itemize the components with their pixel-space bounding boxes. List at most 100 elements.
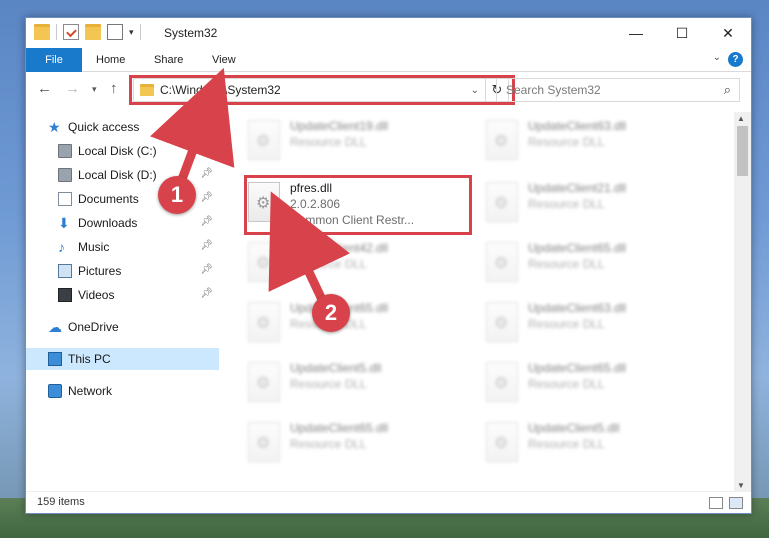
pin-icon[interactable]: 📌︎ [200, 264, 213, 275]
sidebar-item-quick-access[interactable]: ★ Quick access [26, 116, 219, 138]
file-name: UpdateClient21.dll [528, 181, 627, 195]
file-icon [486, 422, 518, 462]
sidebar-item-videos[interactable]: Videos 📌︎ [26, 284, 219, 306]
scroll-up-icon[interactable]: ▲ [737, 114, 745, 123]
file-icon [486, 120, 518, 160]
list-item[interactable]: UpdateClient5.dll Resource DLL [478, 416, 706, 472]
sidebar-item-label: Music [78, 240, 110, 254]
scroll-down-icon[interactable]: ▼ [737, 481, 745, 490]
file-description: Resource DLL [528, 437, 605, 451]
list-item[interactable]: UpdateClient21.dll Resource DLL [478, 176, 706, 232]
file-description: Resource DLL [528, 377, 605, 391]
window-controls: — ☐ ✕ [613, 18, 751, 48]
network-icon [48, 384, 62, 398]
pin-icon[interactable]: 📌︎ [200, 288, 213, 299]
file-name: UpdateClient63.dll [528, 301, 627, 315]
sidebar-item-label: OneDrive [68, 320, 119, 334]
list-item[interactable]: UpdateClient65.dllResource DLL [240, 416, 468, 472]
item-count: 159 items [37, 496, 85, 508]
file-description: Resource DLL [290, 377, 367, 391]
close-button[interactable]: ✕ [705, 18, 751, 48]
navigation-pane: ★ Quick access Local Disk (C:) 📌︎ Local … [26, 112, 219, 492]
file-description: Resource DLL [528, 257, 605, 271]
help-button[interactable]: ? [728, 52, 743, 67]
file-description: Resource DLL [290, 135, 367, 149]
navigation-bar: ← → ▾ ↑ C:\Windows\System32 ⌄ ↻ Search S… [26, 72, 751, 108]
minimize-button[interactable]: — [613, 18, 659, 48]
sidebar-item-label: Documents [78, 192, 139, 206]
search-icon[interactable]: ⌕ [724, 82, 731, 98]
onedrive-icon: ☁ [48, 319, 62, 335]
file-name: UpdateClient5.dll [528, 421, 620, 435]
sidebar-item-label: Local Disk (C:) [78, 144, 157, 158]
pin-icon[interactable]: 📌︎ [200, 192, 213, 203]
file-icon [248, 242, 280, 282]
up-arrow-icon[interactable]: ↑ [110, 80, 118, 97]
chevron-down-icon[interactable]: ⌄ [713, 52, 721, 63]
pin-icon[interactable]: 📌︎ [200, 240, 213, 251]
file-description: Resource DLL [528, 135, 605, 149]
sidebar-item-label: Downloads [78, 216, 138, 230]
pin-icon[interactable]: 📌︎ [200, 216, 213, 227]
sidebar-item-network[interactable]: Network [26, 380, 219, 402]
list-item[interactable]: UpdateClient5.dll Resource DLL [240, 356, 468, 412]
file-description: Resource DLL [290, 257, 367, 271]
recent-locations-icon[interactable]: ▾ [92, 84, 97, 95]
list-item[interactable]: UpdateClient63.dll Resource DLL [478, 296, 706, 352]
list-item[interactable]: UpdateClient42.dll Resource DLL [240, 236, 468, 292]
file-name: UpdateClient5.dll [290, 361, 382, 375]
large-icons-view-icon[interactable] [729, 497, 743, 509]
tab-file[interactable]: File [26, 48, 82, 72]
file-icon [486, 362, 518, 402]
sidebar-item-label: Local Disk (D:) [78, 168, 157, 182]
forward-arrow-icon[interactable]: → [65, 80, 80, 97]
chevron-down-icon[interactable]: ▾ [129, 27, 134, 38]
callout-badge-1: 1 [158, 176, 196, 214]
back-arrow-icon[interactable]: ← [37, 80, 52, 97]
properties-icon[interactable] [63, 24, 79, 40]
search-placeholder: Search System32 [506, 83, 601, 97]
file-name: UpdateClient63.dll [528, 119, 627, 133]
details-view-icon[interactable] [709, 497, 723, 509]
tab-share[interactable]: Share [154, 48, 183, 72]
window-title: System32 [164, 26, 218, 40]
list-item[interactable]: UpdateClient65.dll Resource DLL [478, 356, 706, 412]
vertical-scrollbar[interactable]: ▲ ▼ [734, 112, 751, 492]
sidebar-item-label: This PC [68, 352, 111, 366]
videos-icon [58, 288, 72, 302]
documents-icon [58, 192, 72, 206]
list-item[interactable]: UpdateClient19.dll Resource DLL [240, 114, 468, 170]
file-description: Resource DLL [528, 317, 605, 331]
tab-view[interactable]: View [212, 48, 236, 72]
sidebar-item-pictures[interactable]: Pictures 📌︎ [26, 260, 219, 282]
pin-icon[interactable]: 📌︎ [200, 144, 213, 155]
pin-icon[interactable]: 📌︎ [200, 168, 213, 179]
sidebar-item-music[interactable]: ♪ Music 📌︎ [26, 236, 219, 258]
search-input[interactable]: Search System32 ⌕ [496, 78, 740, 102]
new-folder-icon[interactable] [85, 24, 101, 40]
callout-badge-2: 2 [312, 294, 350, 332]
tab-home[interactable]: Home [96, 48, 125, 72]
file-icon [486, 182, 518, 222]
list-item[interactable]: UpdateClient65.dllResource DLL [478, 236, 706, 292]
scroll-thumb[interactable] [737, 126, 748, 176]
downloads-icon: ⬇ [58, 215, 70, 231]
ribbon-tabs: File Home Share View ⌄ ? [26, 48, 751, 72]
sidebar-item-label: Quick access [68, 120, 140, 134]
file-name: UpdateClient65.dll [528, 361, 627, 375]
sidebar-item-downloads[interactable]: ⬇ Downloads 📌︎ [26, 212, 219, 234]
file-icon [248, 120, 280, 160]
maximize-button[interactable]: ☐ [659, 18, 705, 48]
sidebar-item-onedrive[interactable]: ☁ OneDrive [26, 316, 219, 338]
file-name: UpdateClient65.dll [290, 421, 389, 435]
file-icon [248, 422, 280, 462]
customize-icon[interactable] [107, 24, 123, 40]
sidebar-item-local-disk-c[interactable]: Local Disk (C:) 📌︎ [26, 140, 219, 162]
list-item[interactable]: UpdateClient65.dllResource DLL [240, 296, 468, 352]
divider [56, 24, 57, 40]
list-item[interactable]: UpdateClient63.dll Resource DLL [478, 114, 706, 170]
star-icon: ★ [48, 119, 61, 135]
sidebar-item-label: Network [68, 384, 113, 398]
sidebar-item-this-pc[interactable]: This PC [26, 348, 219, 370]
file-description: Resource DLL [528, 197, 605, 211]
